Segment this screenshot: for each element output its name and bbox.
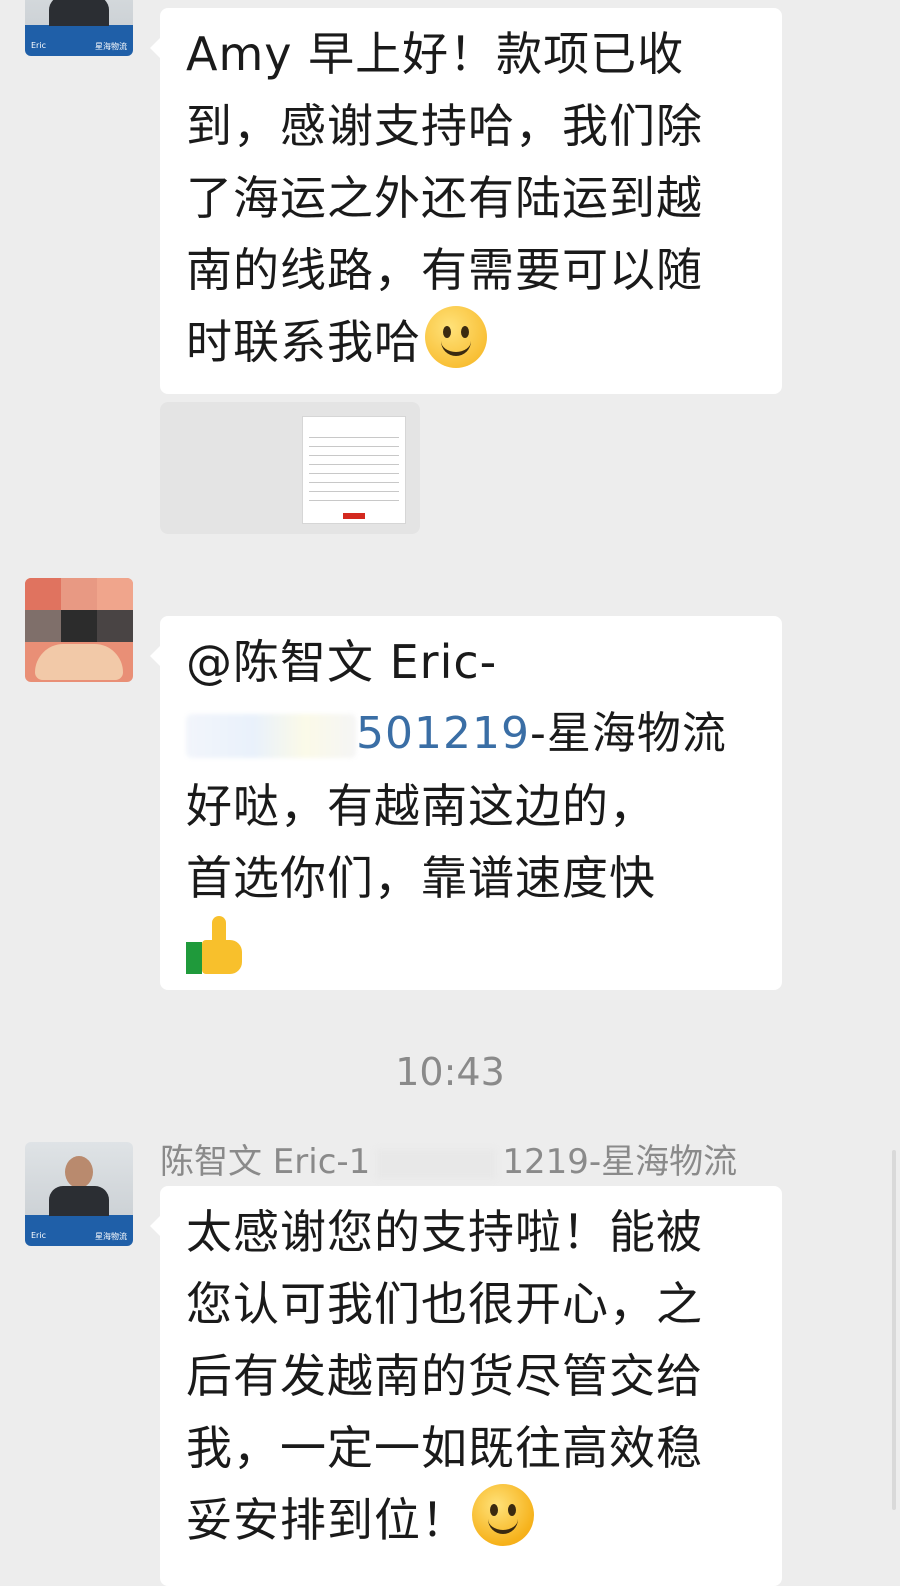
avatar-band-right: 星海物流 — [95, 42, 127, 51]
avatar-head — [65, 1156, 93, 1188]
avatar-band-right: 星海物流 — [95, 1232, 127, 1241]
message-line: 南的线路，有需要可以随 — [186, 243, 703, 297]
avatar-amy[interactable] — [25, 578, 133, 682]
mention-line: @陈智文 Eric- — [186, 626, 762, 698]
message-line-last: 妥安排到位！ — [186, 1484, 762, 1556]
document-thumbnail-icon — [302, 416, 406, 524]
mention-tail: -星海物流 — [529, 708, 727, 759]
avatar-mosaic — [25, 578, 133, 642]
mention-prefix[interactable]: @陈智文 Eric- — [186, 635, 497, 689]
message-line: 妥安排到位！ — [186, 1493, 468, 1547]
avatar-body — [49, 1186, 109, 1216]
redacted-block — [376, 1148, 497, 1179]
emoji-line — [186, 914, 762, 986]
scrollbar[interactable] — [892, 1150, 896, 1510]
message-line: 到，感谢支持哈，我们除 — [186, 99, 703, 153]
message-bubble-4[interactable]: 太感谢您的支持啦！能被 您认可我们也很开心，之 后有发越南的货尽管交给 我，一定… — [150, 1186, 782, 1586]
sender-name: 陈智文 Eric-1 1219-星海物流 — [160, 1134, 737, 1183]
message-bubble-1[interactable]: Amy 早上好！款项已收 到，感谢支持哈，我们除 了海运之外还有陆运到越 南的线… — [150, 8, 782, 394]
message-bubble-3[interactable]: @陈智文 Eric- 501219-星海物流 好哒，有越南这边的， 首选你们，靠… — [150, 616, 782, 990]
mention-line-2: 501219-星海物流 — [186, 698, 762, 770]
message-line: Amy 早上好！款项已收 — [186, 27, 685, 81]
avatar-band: Eric 星海物流 — [31, 1231, 127, 1242]
message-line: 时联系我哈 — [186, 315, 421, 369]
image-message[interactable] — [160, 402, 420, 534]
avatar-eric[interactable]: Eric 星海物流 — [25, 1142, 133, 1246]
redacted-block — [186, 714, 356, 758]
timestamp: 10:43 — [395, 1050, 505, 1094]
avatar-eric[interactable]: Eric 星海物流 — [25, 0, 133, 56]
message-line-last: 时联系我哈 — [186, 306, 762, 378]
avatar-band: Eric 星海物流 — [31, 41, 127, 52]
message-line: 后有发越南的货尽管交给 — [186, 1349, 703, 1403]
sender-name-prefix: 陈智文 Eric-1 — [160, 1142, 371, 1182]
message-line: 太感谢您的支持啦！能被 — [186, 1205, 703, 1259]
message-line: 了海运之外还有陆运到越 — [186, 171, 703, 225]
message-line: 好哒，有越南这边的， — [186, 779, 656, 833]
avatar-band-left: Eric — [31, 1231, 46, 1240]
blush-emoji-icon — [472, 1484, 534, 1546]
message-line: 首选你们，靠谱速度快 — [186, 851, 656, 905]
smile-emoji-icon — [425, 306, 487, 368]
avatar-band-left: Eric — [31, 41, 46, 50]
avatar-body — [49, 0, 109, 26]
mention-link[interactable]: 501219 — [356, 708, 530, 759]
message-line: 我，一定一如既往高效稳 — [186, 1421, 703, 1475]
avatar-face — [35, 644, 123, 680]
thumbs-up-emoji-icon — [186, 916, 244, 974]
sender-name-suffix: 1219-星海物流 — [502, 1142, 738, 1182]
message-line: 您认可我们也很开心，之 — [186, 1277, 703, 1331]
